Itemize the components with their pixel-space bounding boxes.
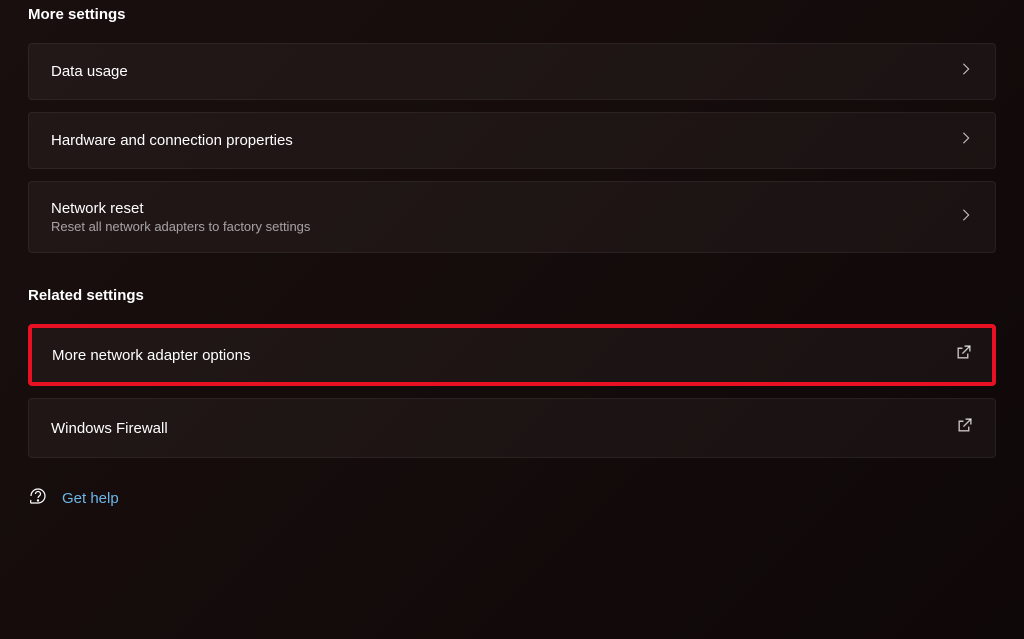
network-reset-label: Network reset (51, 200, 310, 217)
item-text: Hardware and connection properties (51, 132, 293, 149)
data-usage-item[interactable]: Data usage (28, 43, 996, 100)
item-text: More network adapter options (52, 347, 250, 364)
network-reset-item[interactable]: Network reset Reset all network adapters… (28, 181, 996, 253)
chevron-right-icon (959, 208, 973, 227)
external-link-icon (955, 344, 972, 366)
chevron-right-icon (959, 62, 973, 81)
help-icon (28, 486, 48, 511)
chevron-right-icon (959, 131, 973, 150)
adapter-options-label: More network adapter options (52, 347, 250, 364)
hardware-properties-item[interactable]: Hardware and connection properties (28, 112, 996, 169)
data-usage-label: Data usage (51, 63, 128, 80)
get-help-label: Get help (62, 490, 119, 507)
item-text: Data usage (51, 63, 128, 80)
external-link-icon (956, 417, 973, 439)
related-settings-section: Related settings More network adapter op… (28, 281, 996, 458)
more-settings-heading: More settings (28, 0, 996, 31)
more-settings-section: More settings Data usage Hardware and co… (28, 0, 996, 253)
windows-firewall-item[interactable]: Windows Firewall (28, 398, 996, 458)
item-text: Windows Firewall (51, 420, 168, 437)
get-help-link[interactable]: Get help (28, 486, 996, 511)
hardware-label: Hardware and connection properties (51, 132, 293, 149)
more-adapter-options-item[interactable]: More network adapter options (28, 324, 996, 386)
firewall-label: Windows Firewall (51, 420, 168, 437)
network-reset-sublabel: Reset all network adapters to factory se… (51, 219, 310, 234)
related-settings-heading: Related settings (28, 281, 996, 312)
item-text: Network reset Reset all network adapters… (51, 200, 310, 234)
